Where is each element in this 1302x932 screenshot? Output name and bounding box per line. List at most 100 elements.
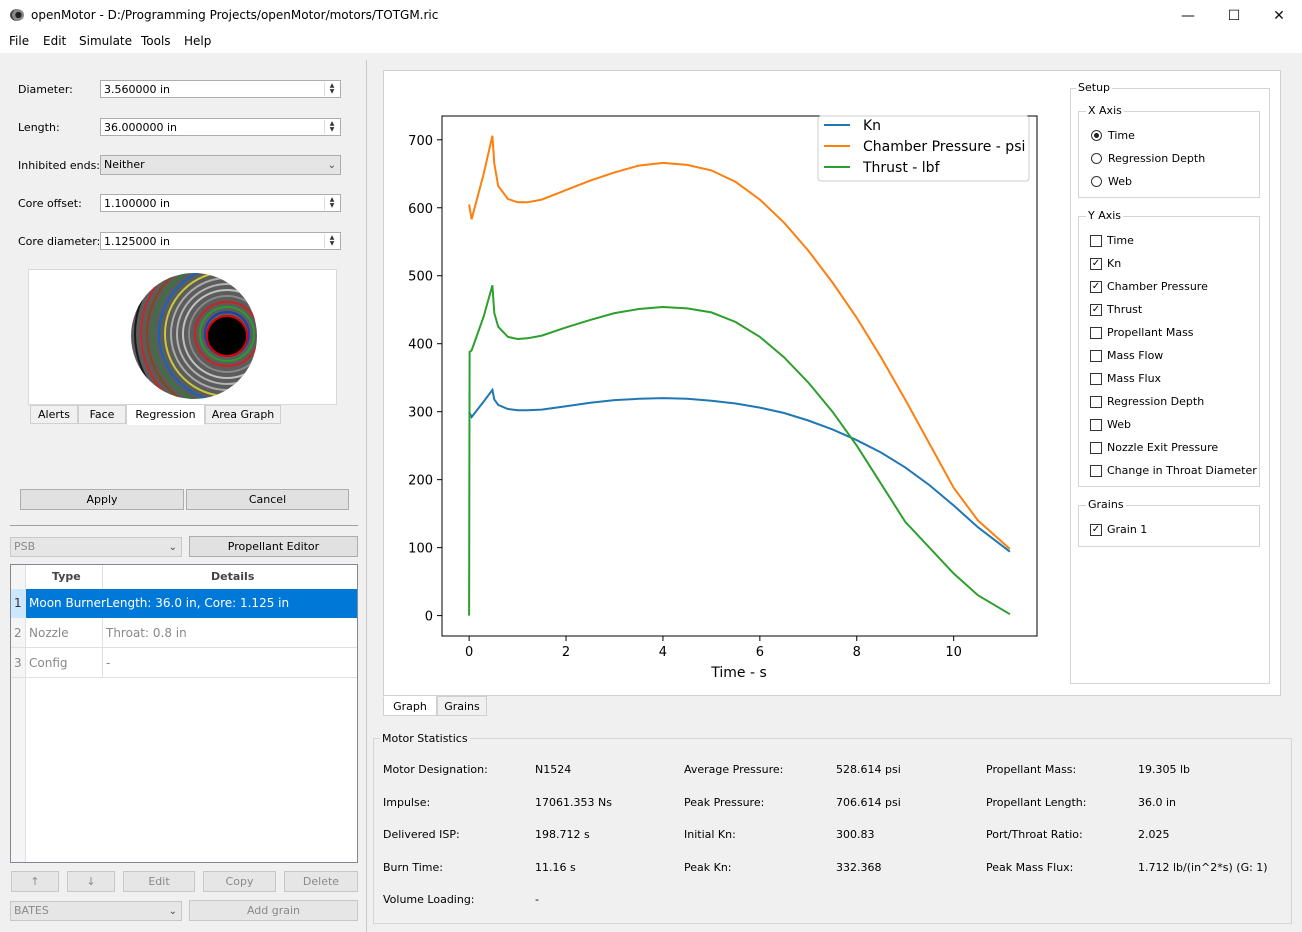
- core-offset-label: Core offset:: [18, 197, 82, 210]
- inhibited-ends-select[interactable]: Neither ⌄: [100, 155, 341, 175]
- table-row[interactable]: 2 Nozzle Throat: 0.8 in: [11, 618, 357, 648]
- add-grain-button[interactable]: Add grain: [189, 900, 358, 921]
- stat-label: Motor Designation:: [383, 763, 488, 776]
- x-tick-label: 10: [945, 645, 962, 660]
- x-tick-label: 2: [562, 645, 570, 660]
- grain-type-select[interactable]: BATES ⌄: [10, 901, 182, 921]
- diameter-field[interactable]: 3.560000 in ▲ ▼: [100, 80, 341, 98]
- propellant-select[interactable]: PSB ⌄: [10, 537, 182, 557]
- propellant-value: PSB: [14, 540, 36, 553]
- y-axis-checkbox-mass-flux[interactable]: [1090, 373, 1102, 385]
- grain-option-label: Grain 1: [1107, 523, 1148, 536]
- row-number: 2: [14, 626, 22, 640]
- y-axis-option-label: Regression Depth: [1107, 395, 1205, 408]
- delete-button[interactable]: Delete: [284, 871, 358, 892]
- y-axis-option-label: Kn: [1107, 257, 1122, 270]
- stat-label: Delivered ISP:: [383, 828, 460, 841]
- move-up-button[interactable]: ↑: [11, 871, 59, 892]
- y-tick-label: 600: [408, 202, 433, 217]
- column-header-type[interactable]: Type: [52, 570, 81, 583]
- inhibited-ends-label: Inhibited ends:: [18, 159, 101, 172]
- y-tick-label: 500: [408, 270, 433, 285]
- y-axis-checkbox-change-in-throat-diameter[interactable]: [1090, 465, 1102, 477]
- length-spinner-arrows[interactable]: ▲ ▼: [324, 120, 339, 134]
- inhibited-ends-value: Neither: [104, 158, 145, 171]
- tab-regression[interactable]: Regression: [126, 404, 205, 425]
- stat-label: Volume Loading:: [383, 893, 475, 906]
- core-offset-value: 1.100000 in: [104, 197, 171, 210]
- minimize-button[interactable]: —: [1165, 0, 1211, 31]
- stat-value: -: [535, 893, 539, 906]
- move-down-button[interactable]: ↓: [67, 871, 115, 892]
- x-axis-option-label: Time: [1108, 129, 1135, 142]
- grain-checkbox[interactable]: ✓: [1090, 524, 1102, 536]
- y-axis-checkbox-propellant-mass[interactable]: [1090, 327, 1102, 339]
- apply-button[interactable]: Apply: [20, 489, 184, 510]
- tab-grains[interactable]: Grains: [437, 696, 487, 716]
- grain-type: Moon Burner: [29, 596, 106, 610]
- y-tick-label: 700: [408, 134, 433, 149]
- y-tick-label: 200: [408, 474, 433, 489]
- splitter[interactable]: [366, 60, 367, 932]
- y-axis-checkbox-web[interactable]: [1090, 419, 1102, 431]
- tab-face[interactable]: Face: [78, 405, 126, 424]
- y-axis-checkbox-kn[interactable]: ✓: [1090, 258, 1102, 270]
- legend-label: Thrust - lbf: [862, 160, 941, 176]
- maximize-button[interactable]: ☐: [1211, 0, 1257, 31]
- propellant-editor-button[interactable]: Propellant Editor: [189, 536, 358, 557]
- core-diameter-label: Core diameter:: [18, 235, 101, 248]
- grain-type-value: BATES: [14, 904, 49, 917]
- y-axis-checkbox-time[interactable]: [1090, 235, 1102, 247]
- tab-area-graph[interactable]: Area Graph: [205, 405, 281, 424]
- menu-file[interactable]: File: [9, 34, 29, 48]
- grain-details: Throat: 0.8 in: [106, 626, 187, 640]
- y-tick-label: 100: [408, 542, 433, 557]
- menu-simulate[interactable]: Simulate: [79, 34, 132, 48]
- grain-details: Length: 36.0 in, Core: 1.125 in: [106, 596, 290, 610]
- length-label: Length:: [18, 121, 60, 134]
- core-diameter-spinner-arrows[interactable]: ▲ ▼: [324, 234, 339, 248]
- app-logo-icon: [10, 9, 24, 21]
- edit-button[interactable]: Edit: [123, 871, 195, 892]
- x-tick-label: 6: [756, 645, 764, 660]
- core-diameter-field[interactable]: 1.125000 in ▲ ▼: [100, 232, 341, 250]
- y-axis-checkbox-mass-flow[interactable]: [1090, 350, 1102, 362]
- core-offset-spinner-arrows[interactable]: ▲ ▼: [324, 196, 339, 210]
- diameter-spinner-arrows[interactable]: ▲ ▼: [324, 82, 339, 96]
- stat-value: 706.614 psi: [836, 796, 901, 809]
- menu-edit[interactable]: Edit: [43, 34, 66, 48]
- setup-title: Setup: [1076, 81, 1113, 94]
- y-axis-checkbox-thrust[interactable]: ✓: [1090, 304, 1102, 316]
- row-number: 3: [14, 656, 22, 670]
- y-axis-option-label: Nozzle Exit Pressure: [1107, 441, 1219, 454]
- copy-button[interactable]: Copy: [203, 871, 276, 892]
- y-axis-checkbox-chamber-pressure[interactable]: ✓: [1090, 281, 1102, 293]
- stat-value: 332.368: [836, 861, 882, 874]
- menu-tools[interactable]: Tools: [141, 34, 171, 48]
- tab-graph[interactable]: Graph: [383, 696, 437, 716]
- close-button[interactable]: ✕: [1256, 0, 1302, 31]
- length-field[interactable]: 36.000000 in ▲ ▼: [100, 118, 341, 136]
- regression-diagram: [131, 273, 257, 399]
- x-axis-radio-time[interactable]: [1091, 130, 1102, 141]
- y-axis-checkbox-regression-depth[interactable]: [1090, 396, 1102, 408]
- y-axis-checkbox-nozzle-exit-pressure[interactable]: [1090, 442, 1102, 454]
- x-tick-label: 0: [465, 645, 473, 660]
- table-row[interactable]: 1 Moon Burner Length: 36.0 in, Core: 1.1…: [11, 589, 357, 618]
- x-axis-radio-web[interactable]: [1091, 176, 1102, 187]
- core-offset-field[interactable]: 1.100000 in ▲ ▼: [100, 194, 341, 212]
- tab-alerts[interactable]: Alerts: [30, 405, 78, 424]
- y-axis-title: Y Axis: [1086, 209, 1124, 222]
- table-row[interactable]: 3 Config -: [11, 648, 357, 678]
- cancel-button[interactable]: Cancel: [186, 489, 349, 510]
- window-title: openMotor - D:/Programming Projects/open…: [31, 8, 439, 22]
- legend-label: Chamber Pressure - psi: [863, 139, 1025, 155]
- stat-label: Burn Time:: [383, 861, 443, 874]
- column-header-details[interactable]: Details: [211, 570, 254, 583]
- x-axis-option-label: Web: [1108, 175, 1132, 188]
- stat-label: Average Pressure:: [684, 763, 784, 776]
- menu-help[interactable]: Help: [184, 34, 211, 48]
- x-axis-radio-regression-depth[interactable]: [1091, 153, 1102, 164]
- stat-label: Peak Pressure:: [684, 796, 765, 809]
- grain-table: Type Details 1 Moon Burner Length: 36.0 …: [10, 564, 358, 863]
